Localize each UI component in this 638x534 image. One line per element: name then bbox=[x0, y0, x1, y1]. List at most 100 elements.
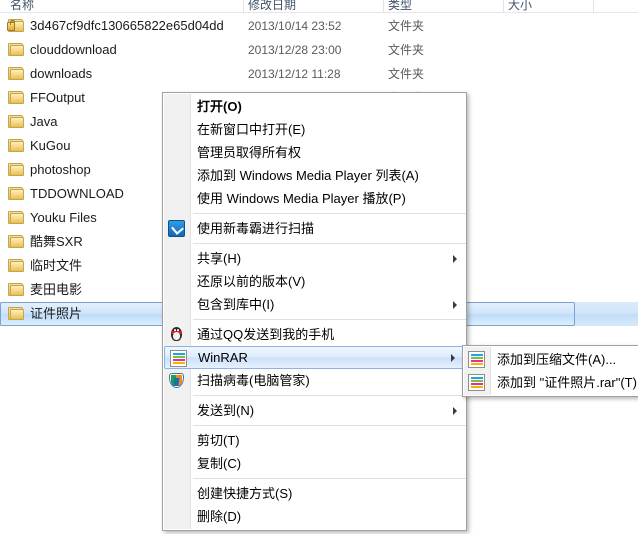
menu-item[interactable]: 共享(H) bbox=[163, 247, 466, 270]
file-date-modified: 2013/12/28 23:00 bbox=[248, 43, 342, 57]
menu-item-label: 添加到 Windows Media Player 列表(A) bbox=[197, 168, 419, 183]
winrar-icon bbox=[170, 350, 187, 367]
menu-item-label: 共享(H) bbox=[197, 251, 242, 266]
menu-item[interactable]: 使用新毒霸进行扫描 bbox=[163, 217, 466, 240]
menu-item[interactable]: 包含到库中(I) bbox=[163, 293, 466, 316]
winrar-icon bbox=[468, 351, 485, 368]
menu-item-label: WinRAR bbox=[198, 350, 248, 365]
menu-item-label: 管理员取得所有权 bbox=[197, 145, 302, 160]
file-name: 酷舞SXR bbox=[30, 234, 83, 249]
column-header-row: 名称 修改日期 类型 大小 bbox=[0, 0, 638, 13]
menu-separator bbox=[193, 425, 466, 426]
menu-item-label: 使用新毒霸进行扫描 bbox=[197, 221, 315, 236]
menu-item[interactable]: 剪切(T) bbox=[163, 429, 466, 452]
menu-item-label: 包含到库中(I) bbox=[197, 297, 275, 312]
menu-item[interactable]: 扫描病毒(电脑管家) bbox=[163, 369, 466, 392]
pc-manager-shield-icon bbox=[168, 372, 185, 389]
file-name: KuGou bbox=[30, 138, 71, 153]
column-divider[interactable] bbox=[383, 0, 384, 13]
menu-item-label: 通过QQ发送到我的手机 bbox=[197, 327, 335, 342]
menu-item[interactable]: WinRAR bbox=[164, 346, 465, 369]
menu-item[interactable]: 添加到 Windows Media Player 列表(A) bbox=[163, 164, 466, 187]
menu-separator bbox=[193, 213, 466, 214]
folder-locked-icon bbox=[7, 18, 25, 33]
menu-item[interactable]: 使用 Windows Media Player 播放(P) bbox=[163, 187, 466, 210]
menu-item[interactable]: 在新窗口中打开(E) bbox=[163, 118, 466, 141]
file-date-modified: 2013/10/14 23:52 bbox=[248, 19, 342, 33]
menu-separator bbox=[193, 319, 466, 320]
menu-item[interactable]: 复制(C) bbox=[163, 452, 466, 475]
menu-item-label: 复制(C) bbox=[197, 456, 242, 471]
menu-item-label: 在新窗口中打开(E) bbox=[197, 122, 306, 137]
file-name: clouddownload bbox=[30, 42, 117, 57]
submenu-item-label: 添加到压缩文件(A)... bbox=[497, 352, 617, 367]
chevron-right-icon bbox=[453, 406, 457, 415]
kingsoft-antivirus-icon bbox=[168, 220, 185, 237]
file-name: 麦田电影 bbox=[30, 282, 83, 297]
folder-icon bbox=[8, 138, 25, 153]
folder-icon bbox=[8, 66, 25, 81]
winrar-submenu: 添加到压缩文件(A)... 添加到 "证件照片.rar"(T) bbox=[462, 345, 638, 397]
menu-separator bbox=[193, 243, 466, 244]
file-type: 文件夹 bbox=[388, 43, 425, 57]
context-menu: 打开(O) 在新窗口中打开(E) 管理员取得所有权添加到 Windows Media… bbox=[162, 92, 467, 531]
menu-separator bbox=[193, 395, 466, 396]
column-divider[interactable] bbox=[243, 0, 244, 13]
file-name: Youku Files bbox=[30, 210, 97, 225]
table-row[interactable]: downloads 2013/12/12 11:28 文件夹 bbox=[0, 62, 638, 86]
menu-item-label: 使用 Windows Media Player 播放(P) bbox=[197, 191, 406, 206]
menu-item-label: 删除(D) bbox=[197, 509, 242, 524]
folder-icon bbox=[8, 90, 25, 105]
context-menu-items: 打开(O) 在新窗口中打开(E) 管理员取得所有权添加到 Windows Media… bbox=[163, 95, 466, 528]
menu-item-label: 打开(O) bbox=[197, 99, 242, 114]
column-divider[interactable] bbox=[593, 0, 594, 13]
submenu-item[interactable]: 添加到 "证件照片.rar"(T) bbox=[463, 371, 638, 394]
folder-icon bbox=[8, 258, 25, 273]
submenu-item[interactable]: 添加到压缩文件(A)... bbox=[463, 348, 638, 371]
file-name: photoshop bbox=[30, 162, 91, 177]
chevron-right-icon bbox=[451, 353, 455, 362]
submenu-item-label: 添加到 "证件照片.rar"(T) bbox=[497, 375, 637, 390]
folder-icon bbox=[8, 114, 25, 129]
column-header-size[interactable]: 大小 bbox=[508, 0, 532, 13]
menu-item[interactable]: 管理员取得所有权 bbox=[163, 141, 466, 164]
table-row[interactable]: 3d467cf9dfc130665822e65d04dd 2013/10/14 2… bbox=[0, 14, 638, 38]
winrar-icon bbox=[468, 374, 485, 391]
column-divider[interactable] bbox=[503, 0, 504, 13]
file-name: 3d467cf9dfc130665822e65d04dd bbox=[30, 18, 224, 33]
table-row[interactable]: clouddownload 2013/12/28 23:00 文件夹 bbox=[0, 38, 638, 62]
menu-item[interactable]: 打开(O) bbox=[163, 95, 466, 118]
menu-item[interactable]: 创建快捷方式(S) bbox=[163, 482, 466, 505]
file-name: Java bbox=[30, 114, 58, 129]
column-header-name[interactable]: 名称 bbox=[10, 0, 34, 13]
menu-separator bbox=[193, 478, 466, 479]
menu-item-label: 扫描病毒(电脑管家) bbox=[197, 373, 310, 388]
file-name: 临时文件 bbox=[30, 258, 83, 273]
menu-item-label: 发送到(N) bbox=[197, 403, 255, 418]
column-header-date-modified[interactable]: 修改日期 bbox=[248, 0, 296, 13]
chevron-right-icon bbox=[453, 300, 457, 309]
menu-item-label: 创建快捷方式(S) bbox=[197, 486, 293, 501]
folder-icon bbox=[8, 282, 25, 297]
qq-penguin-icon bbox=[168, 326, 185, 343]
folder-icon bbox=[8, 234, 25, 249]
menu-item[interactable]: 发送到(N) bbox=[163, 399, 466, 422]
submenu-items: 添加到压缩文件(A)... 添加到 "证件照片.rar"(T) bbox=[463, 348, 638, 394]
column-header-type[interactable]: 类型 bbox=[388, 0, 412, 13]
folder-icon bbox=[8, 42, 25, 57]
menu-item[interactable]: 删除(D) bbox=[163, 505, 466, 528]
menu-item-label: 还原以前的版本(V) bbox=[197, 274, 306, 289]
menu-item[interactable]: 通过QQ发送到我的手机 bbox=[163, 323, 466, 346]
folder-icon bbox=[8, 186, 25, 201]
menu-item[interactable]: 还原以前的版本(V) bbox=[163, 270, 466, 293]
folder-icon bbox=[8, 306, 25, 321]
file-name: FFOutput bbox=[30, 90, 85, 105]
folder-icon bbox=[8, 162, 25, 177]
file-type: 文件夹 bbox=[388, 19, 425, 33]
file-type: 文件夹 bbox=[388, 67, 425, 81]
folder-icon bbox=[8, 210, 25, 225]
file-name: downloads bbox=[30, 66, 93, 81]
file-date-modified: 2013/12/12 11:28 bbox=[248, 67, 341, 81]
menu-item-label: 剪切(T) bbox=[197, 433, 240, 448]
file-name: TDDOWNLOAD bbox=[30, 186, 124, 201]
